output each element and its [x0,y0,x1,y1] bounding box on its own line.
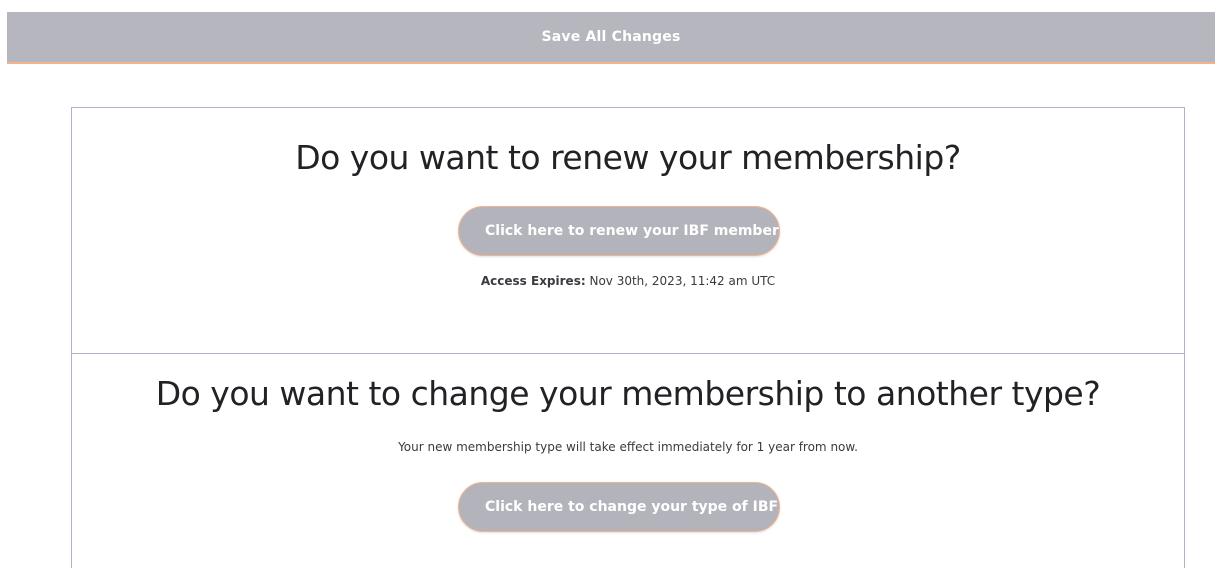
renew-membership-button-label: Click here to renew your IBF membership [485,223,780,239]
change-membership-section: Do you want to change your membership to… [71,353,1185,568]
change-section-title: Do you want to change your membership to… [155,374,1101,413]
access-expires-value: Nov 30th, 2023, 11:42 am UTC [589,274,776,288]
renew-membership-button[interactable]: Click here to renew your IBF membership [458,206,780,256]
access-expiry-info: Access Expires: Nov 30th, 2023, 11:42 am… [72,274,1184,288]
renew-section-title: Do you want to renew your membership? [295,138,961,177]
save-all-changes-button[interactable]: Save All Changes [7,12,1215,64]
change-membership-type-button[interactable]: Click here to change your type of IBF me… [458,482,780,532]
change-membership-type-button-label: Click here to change your type of IBF me… [485,499,779,515]
renew-membership-section: Do you want to renew your membership? Cl… [71,107,1185,354]
save-all-changes-label: Save All Changes [541,29,681,45]
access-expires-label: Access Expires: [480,274,586,288]
change-membership-note: Your new membership type will take effec… [398,440,858,454]
